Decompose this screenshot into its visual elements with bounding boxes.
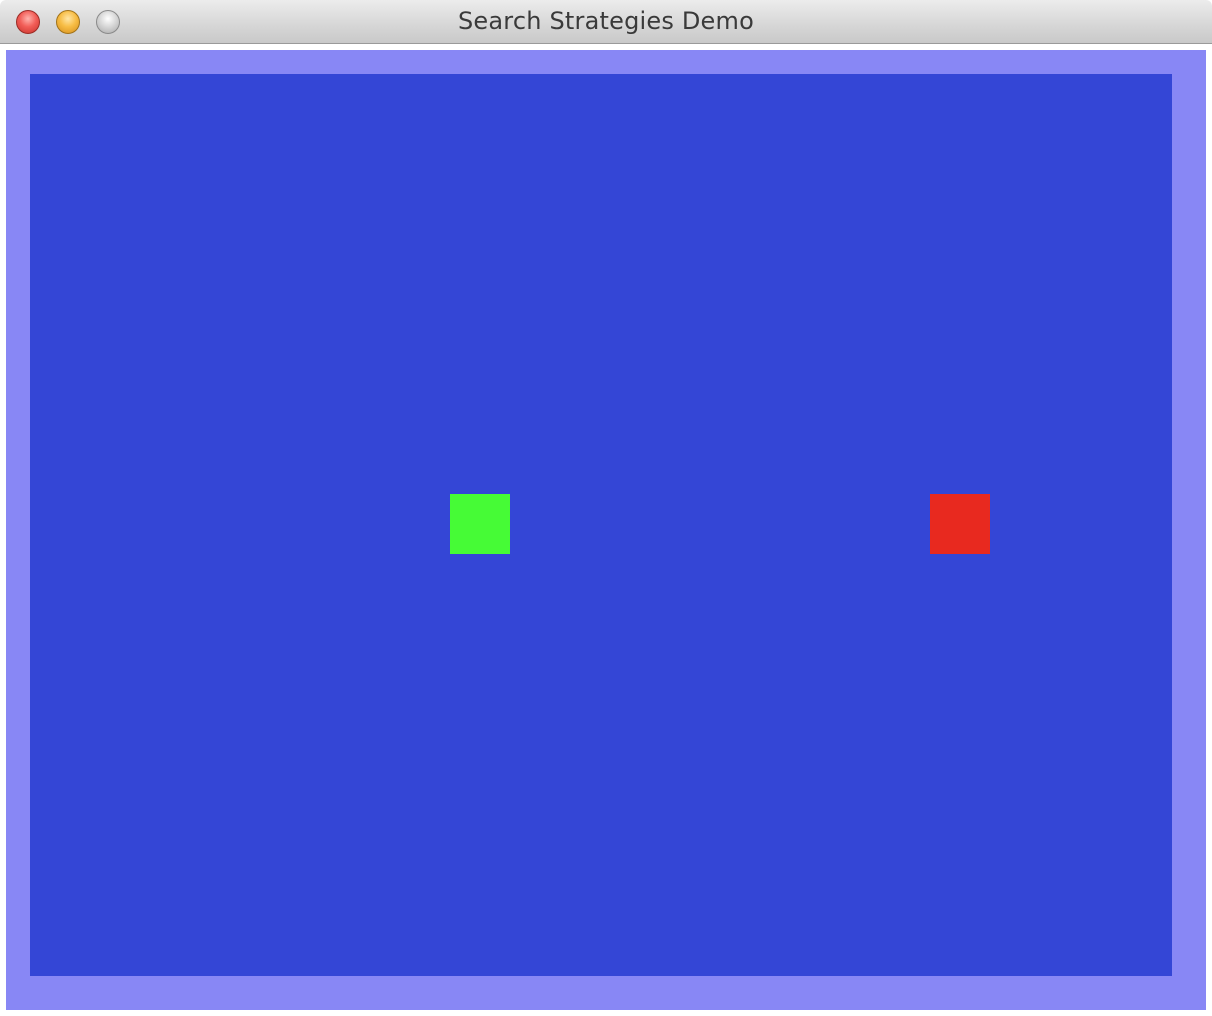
- window-title: Search Strategies Demo: [458, 7, 754, 35]
- title-bar[interactable]: Search Strategies Demo: [0, 0, 1212, 44]
- canvas-border: [6, 50, 1206, 1010]
- app-window: Search Strategies Demo: [0, 0, 1212, 1016]
- search-grid[interactable]: [30, 74, 1172, 976]
- start-cell: [450, 494, 510, 554]
- goal-cell: [930, 494, 990, 554]
